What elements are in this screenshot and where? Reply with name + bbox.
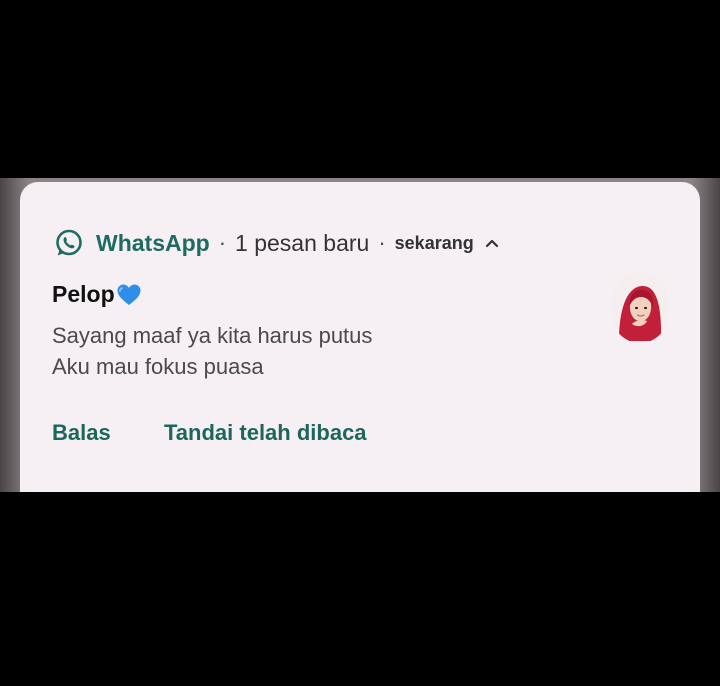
new-message-count: 1 pesan baru (235, 229, 370, 256)
notification-timestamp: sekarang (394, 232, 474, 253)
notification-header: WhatsApp · 1 pesan baru · sekarang (54, 226, 500, 260)
separator-dot: · (378, 230, 386, 255)
separator-dot: · (218, 230, 227, 255)
contact-avatar (612, 271, 668, 343)
message-line: Sayang maaf ya kita harus putus (52, 323, 373, 348)
app-name: WhatsApp (96, 229, 210, 256)
sender-name-row: Pelop (52, 281, 142, 308)
whatsapp-icon (54, 228, 84, 258)
sender-name: Pelop (52, 281, 115, 307)
mark-as-read-button[interactable]: Tandai telah dibaca (164, 420, 367, 446)
blue-heart-icon (116, 283, 142, 307)
chevron-up-icon[interactable] (484, 235, 500, 251)
whatsapp-notification[interactable]: WhatsApp · 1 pesan baru · sekarang Pelop… (20, 182, 700, 492)
message-line: Aku mau fokus puasa (52, 354, 264, 379)
reply-button[interactable]: Balas (52, 420, 111, 446)
